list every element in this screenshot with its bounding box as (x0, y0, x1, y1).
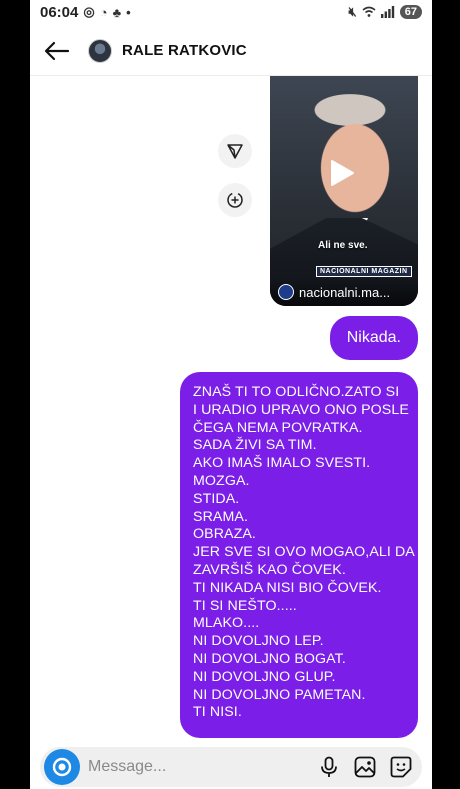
contact-avatar[interactable] (88, 38, 112, 63)
message-thread[interactable]: Ali ne sve. NACIONALNI MAGAZIN nacionaln… (30, 76, 432, 739)
microphone-button[interactable] (314, 752, 344, 782)
message-bubble-short[interactable]: Nikada. (329, 316, 418, 360)
chat-icon: ◔ (99, 4, 108, 20)
message-line: ZAVRŠIŠ KAO ČOVEK. (193, 561, 346, 578)
message-line: ČEGA NEMA POVRATKA. (193, 419, 363, 436)
message-line: TI NISI. (193, 704, 242, 721)
message-line: MOZGA. (193, 472, 250, 489)
reel-source[interactable]: nacionalni.ma... (270, 278, 418, 306)
message-text: Nikada. (346, 329, 401, 346)
status-time: 06:04 (40, 3, 79, 21)
microphone-icon (321, 756, 337, 777)
message-line: OBRAZA. (193, 526, 256, 543)
gallery-icon (354, 756, 376, 778)
reel-source-name: nacionalni.ma... (299, 284, 391, 300)
message-line: ZNAŠ TI TO ODLIČNO.ZATO SI (193, 384, 400, 400)
composer-bar (40, 747, 422, 787)
message-line: TI NIKADA NISI BIO ČOVEK. (193, 579, 382, 596)
mute-icon: 🔇︎ (348, 4, 357, 19)
reel-caption: Ali ne sve. (318, 240, 368, 251)
sticker-icon (390, 756, 412, 778)
signal-icon (380, 6, 394, 18)
camera-icon (52, 757, 72, 777)
send-icon (227, 144, 243, 159)
screen-frame-right (432, 0, 460, 789)
whatsapp-icon: ◎ (83, 4, 95, 19)
wifi-icon (362, 6, 376, 17)
message-bubble-long[interactable]: ZNAŠ TI TO ODLIČNO.ZATO SI I URADIO UPRA… (180, 372, 418, 739)
message-line: SRAMA. (193, 508, 248, 525)
message-input[interactable] (88, 758, 308, 776)
message-line: JER SVE SI OVO MOGAO,ALI DA (193, 544, 415, 561)
message-composer (30, 745, 432, 789)
reel-badge: NACIONALNI MAGAZIN (316, 266, 412, 277)
camera-button[interactable] (44, 749, 80, 785)
message-line: NI DOVOLJNO BOGAT. (193, 650, 346, 667)
screen-frame-left (0, 0, 30, 789)
dot-icon: • (126, 4, 131, 20)
react-button[interactable] (218, 183, 252, 217)
message-line: TI SI NEŠTO..... (193, 597, 297, 614)
share-button[interactable] (218, 134, 252, 168)
message-line: STIDA. (193, 490, 240, 507)
contact-name[interactable]: RALE RATKOVIC (122, 42, 247, 59)
back-arrow-icon[interactable] (44, 37, 72, 65)
battery-indicator: 67 (399, 5, 422, 19)
message-line: MLAKO.... (193, 615, 260, 632)
chat-header: RALE RATKOVIC (30, 26, 432, 76)
message-line: NI DOVOLJNO PAMETAN. (193, 686, 366, 703)
shared-reel[interactable]: Ali ne sve. NACIONALNI MAGAZIN nacionaln… (270, 76, 418, 306)
snapchat-icon: ♣ (112, 4, 122, 20)
message-line: NI DOVOLJNO LEP. (193, 633, 324, 650)
gallery-button[interactable] (350, 752, 380, 782)
message-line: SADA ŽIVI SA TIM. (193, 437, 317, 454)
message-line: I URADIO UPRAVO ONO POSLE (193, 401, 409, 418)
message-line: NI DOVOLJNO GLUP. (193, 668, 336, 685)
status-bar: 06:04 ◎ ◔ ♣ • 🔇︎ 67 (30, 0, 432, 24)
add-reaction-icon (227, 192, 243, 208)
sticker-button[interactable] (386, 752, 416, 782)
message-line: AKO IMAŠ IMALO SVESTI. (193, 455, 371, 472)
source-logo-icon (278, 284, 294, 300)
play-icon[interactable] (326, 158, 356, 188)
